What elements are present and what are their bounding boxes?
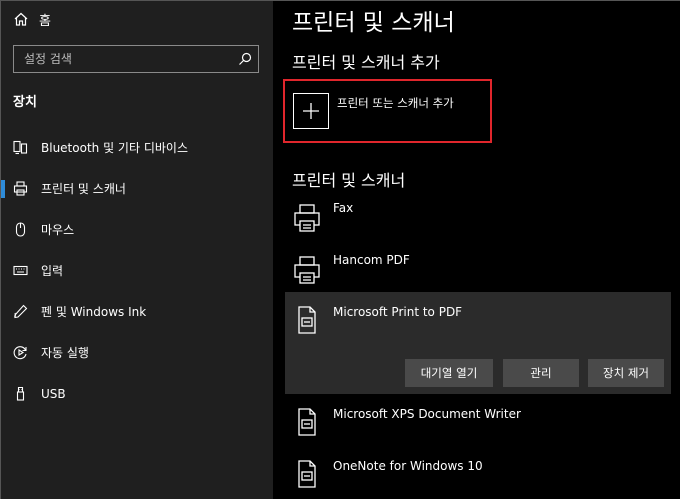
pdf-printer-icon [298,306,316,334]
home-label: 홈 [39,13,51,29]
printer-name: OneNote for Windows 10 [333,459,483,473]
main-content: 프린터 및 스캐너 프린터 및 스캐너 추가 프린터 또는 스캐너 추가 프린터… [273,1,680,499]
page-title: 프린터 및 스캐너 [292,10,455,36]
document-printer-icon [298,460,316,488]
sidebar-item-label: Bluetooth 및 기타 디바이스 [41,141,188,155]
add-printer-label[interactable]: 프린터 또는 스캐너 추가 [337,95,454,111]
sidebar-nav: Bluetooth 및 기타 디바이스 프린터 및 스캐너 마우스 입력 펜 및… [1,127,273,414]
mouse-icon [15,222,26,237]
usb-icon [16,386,25,401]
keyboard-icon [13,265,28,276]
sidebar-item-mouse[interactable]: 마우스 [1,209,273,250]
sidebar-item-usb[interactable]: USB [1,373,273,414]
sidebar-item-pen[interactable]: 펜 및 Windows Ink [1,291,273,332]
sidebar-item-label: 마우스 [41,223,75,237]
sidebar-item-label: 자동 실행 [41,346,89,360]
printer-item-onenote[interactable]: OneNote for Windows 10 [283,451,673,499]
plus-icon [303,103,319,119]
sidebar: 홈 장치 Bluetooth 및 기타 디바이스 프린터 및 스캐너 마우스 [1,1,273,499]
open-queue-button[interactable]: 대기열 열기 [405,359,493,387]
sidebar-item-autoplay[interactable]: 자동 실행 [1,332,273,373]
printer-icon [13,181,28,196]
add-section-heading: 프린터 및 스캐너 추가 [292,53,440,72]
printer-icon [294,256,320,284]
printer-list-heading: 프린터 및 스캐너 [292,171,406,190]
printer-name: Hancom PDF [333,253,410,267]
printer-name: Microsoft Print to PDF [333,305,463,319]
printer-item-ms-pdf[interactable]: Microsoft Print to PDF [283,297,673,345]
bluetooth-devices-icon [13,140,28,155]
sidebar-item-label: USB [41,386,66,401]
sidebar-item-bluetooth[interactable]: Bluetooth 및 기타 디바이스 [1,127,273,168]
manage-button[interactable]: 관리 [503,359,579,387]
home-icon [14,12,28,26]
printer-item-hancom[interactable]: Hancom PDF [283,245,673,293]
autoplay-icon [13,346,27,360]
document-printer-icon [298,408,316,436]
search-input[interactable] [14,46,234,72]
printer-name: Fax [333,201,354,215]
sidebar-item-label: 입력 [41,264,64,278]
printer-icon [294,204,320,232]
sidebar-item-typing[interactable]: 입력 [1,250,273,291]
printer-item-xps[interactable]: Microsoft XPS Document Writer [283,399,673,447]
home-link[interactable]: 홈 [13,9,51,29]
search-icon[interactable] [238,52,252,66]
sidebar-item-printers[interactable]: 프린터 및 스캐너 [1,168,273,209]
search-box[interactable] [13,45,259,73]
printer-item-fax[interactable]: Fax [283,193,673,241]
printer-name: Microsoft XPS Document Writer [333,407,521,421]
section-title: 장치 [13,95,37,110]
sidebar-item-label: 프린터 및 스캐너 [41,182,126,196]
add-printer-button[interactable] [293,93,329,129]
remove-device-button[interactable]: 장치 제거 [588,359,664,387]
sidebar-item-label: 펜 및 Windows Ink [41,305,147,319]
pen-icon [14,304,28,319]
